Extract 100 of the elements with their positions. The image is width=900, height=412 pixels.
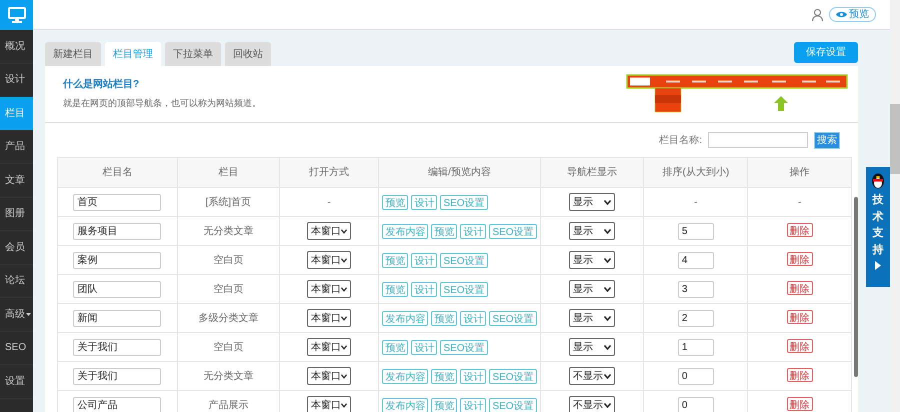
chevron-down-icon (341, 344, 348, 350)
name-field[interactable]: 公司产品 (73, 396, 162, 412)
page-scrollbar[interactable] (890, 0, 900, 412)
name-field[interactable]: 新闻 (73, 310, 162, 326)
chevron-down-icon (604, 286, 611, 292)
search-button[interactable]: 搜索 (814, 132, 840, 148)
support-widget[interactable]: 技术支持 (866, 167, 890, 287)
user-icon[interactable] (812, 8, 823, 20)
nav-display-select[interactable]: 显示 (569, 222, 615, 240)
sort-field[interactable]: 3 (678, 280, 714, 298)
eye-icon (836, 11, 847, 18)
info-title: 什么是网站栏目? (63, 78, 140, 92)
column-type: 产品展示 (208, 400, 248, 410)
open-mode-select[interactable]: 本窗口 (307, 396, 352, 412)
name-field[interactable]: 服务项目 (73, 222, 162, 240)
sidebar-item[interactable]: 概况 (0, 30, 33, 64)
delete-button[interactable]: 删除 (786, 223, 813, 237)
chevron-down-icon (604, 344, 611, 350)
sidebar-item[interactable]: SEO (0, 332, 33, 365)
open-mode-select[interactable]: 本窗口 (307, 222, 352, 240)
name-field[interactable]: 首页 (73, 194, 162, 210)
save-button[interactable]: 保存设置 (794, 42, 858, 63)
play-icon (875, 261, 881, 270)
open-mode-text: - (327, 196, 331, 208)
search-field[interactable] (708, 132, 808, 148)
open-mode-select[interactable]: 本窗口 (307, 367, 352, 385)
sort-field[interactable]: 1 (678, 338, 714, 356)
search-label: 栏目名称: (659, 134, 702, 148)
sort-field[interactable]: 2 (678, 310, 714, 326)
sort-field[interactable]: 0 (678, 396, 714, 412)
sidebar-item[interactable]: 论坛 (0, 264, 33, 298)
open-mode-select[interactable]: 本窗口 (307, 251, 352, 269)
chevron-down-icon (604, 316, 611, 320)
name-field[interactable]: 关于我们 (73, 368, 162, 384)
chevron-down-icon (604, 374, 611, 378)
sidebar-item[interactable]: 产品 (0, 130, 33, 164)
delete-button[interactable]: 删除 (786, 252, 813, 266)
sidebar-item[interactable]: 高级 (0, 298, 33, 332)
chevron-down-icon (604, 258, 611, 262)
chevron-down-icon (341, 402, 348, 408)
tab[interactable]: 下拉菜单 (165, 42, 221, 66)
tab[interactable]: 新建栏目 (45, 42, 101, 66)
column-type: 多级分类文章 (198, 312, 258, 324)
open-mode-select[interactable]: 本窗口 (307, 280, 352, 298)
delete-button[interactable]: 删除 (786, 368, 813, 382)
penguin-icon (870, 171, 886, 189)
column-header: 编辑/预览内容 (378, 158, 540, 188)
column-header: 打开方式 (279, 158, 379, 188)
nav-display-select[interactable]: 显示 (569, 193, 615, 211)
preview-button[interactable]: 预览 (829, 7, 876, 22)
info-description: 就是在网页的顶部导航条，也可以称为网站频道。 (63, 98, 261, 110)
sidebar-item[interactable]: 栏目 (0, 97, 33, 130)
tab[interactable]: 回收站 (225, 42, 271, 66)
nav-display-select[interactable]: 显示 (569, 280, 615, 298)
open-mode-select[interactable]: 本窗口 (307, 338, 352, 356)
column-header: 操作 (748, 158, 852, 188)
sort-text: - (694, 196, 698, 208)
chevron-down-icon (341, 286, 348, 292)
chevron-down-icon (341, 258, 348, 262)
nav-display-select[interactable]: 显示 (569, 251, 615, 269)
delete-button[interactable]: 删除 (786, 310, 813, 324)
open-mode-select[interactable]: 本窗口 (307, 309, 352, 327)
nav-display-select[interactable]: 不显示 (569, 367, 615, 385)
chevron-down-icon (341, 316, 348, 320)
column-type: [系统]首页 (205, 196, 252, 208)
sort-field[interactable]: 4 (678, 252, 714, 268)
name-field[interactable]: 团队 (73, 280, 162, 298)
column-header: 导航栏显示 (540, 158, 644, 188)
sidebar-item[interactable]: 图册 (0, 198, 33, 231)
support-label: 技术支持 (872, 192, 884, 258)
nav-display-select[interactable]: 显示 (569, 309, 615, 327)
sort-field[interactable]: 5 (678, 222, 714, 240)
column-type: 空白页 (213, 342, 244, 352)
name-field[interactable]: 案例 (73, 252, 162, 268)
chevron-down-icon (604, 200, 611, 204)
nav-display-select[interactable]: 显示 (569, 338, 615, 356)
sidebar-item[interactable]: 设置 (0, 365, 33, 398)
sidebar-item[interactable]: 文章 (0, 164, 33, 198)
delete-button[interactable]: 删除 (786, 281, 813, 295)
column-type: 无分类文章 (203, 370, 254, 382)
column-header: 栏目 (177, 158, 280, 188)
column-type: 无分类文章 (203, 226, 254, 236)
chevron-down-icon (604, 402, 611, 408)
sidebar-item[interactable]: 会员 (0, 231, 33, 264)
nav-display-select[interactable]: 不显示 (569, 396, 615, 412)
table-scrollbar[interactable] (854, 197, 858, 377)
monitor-icon (8, 7, 26, 23)
name-field[interactable]: 关于我们 (73, 338, 162, 356)
chevron-down-icon (604, 228, 611, 234)
delete-text: - (798, 196, 802, 208)
column-header: 排序(从大到小) (644, 158, 748, 188)
column-type: 空白页 (213, 284, 244, 294)
column-header: 栏目名 (58, 158, 178, 188)
tab[interactable]: 栏目管理 (105, 42, 161, 66)
delete-button[interactable]: 删除 (786, 339, 813, 353)
column-type: 空白页 (213, 254, 244, 266)
chevron-down-icon (341, 374, 348, 378)
delete-button[interactable]: 删除 (786, 397, 813, 411)
sort-field[interactable]: 0 (678, 368, 714, 384)
chevron-down-icon (341, 228, 348, 234)
